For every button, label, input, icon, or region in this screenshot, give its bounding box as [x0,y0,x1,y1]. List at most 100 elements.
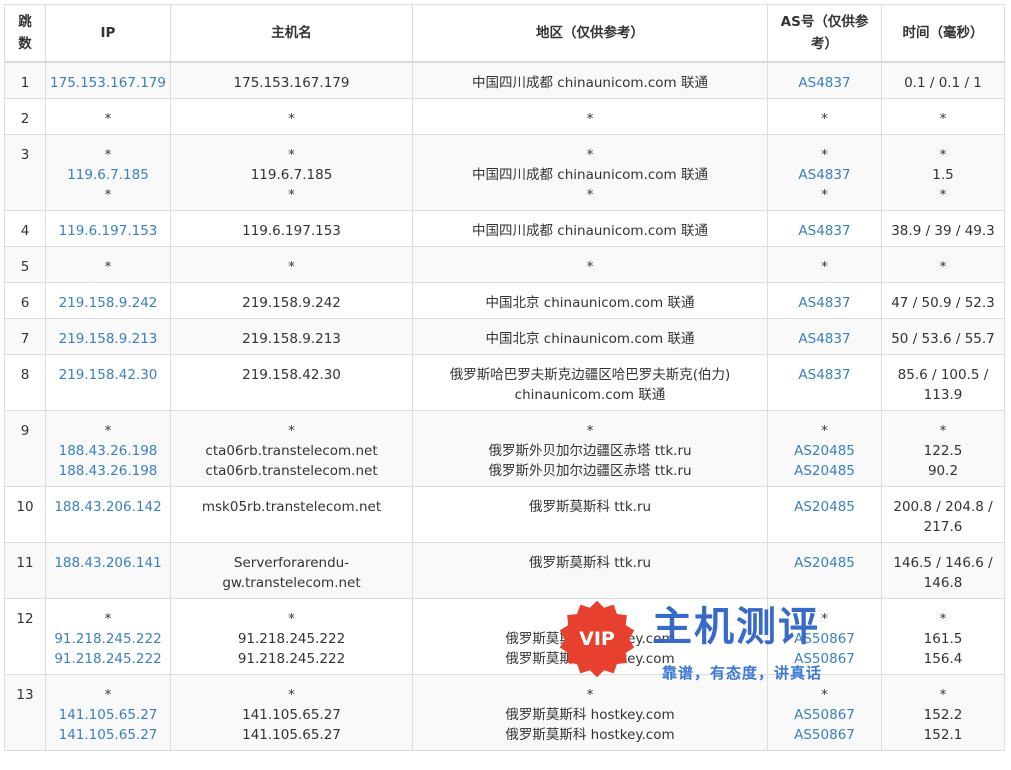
hop-number: 7 [4,317,46,355]
ip-text: * [104,422,112,439]
cell-host: 219.158.9.213 [170,317,413,355]
ip-text: * [104,610,112,627]
cell-host: * 91.218.245.222 91.218.245.222 [170,597,413,675]
region-text: * [586,610,594,627]
cell-time: * [881,97,1005,135]
as-link[interactable]: AS4837 [772,365,877,385]
host-text: Serverforarendu- [233,554,350,571]
as-link[interactable]: AS20485 [772,441,877,461]
time-text: 161.5 [923,630,963,647]
ip-text: * [104,686,112,703]
host-text: * [288,258,295,275]
time-text: * [939,422,947,439]
cell-as: * AS20485 AS20485 [767,409,882,487]
as-link[interactable]: AS50867 [772,705,877,725]
cell-time: 200.8 / 204.8 / 217.6 [881,485,1005,543]
as-link[interactable]: AS4837 [772,165,877,185]
host-text: gw.transtelecom.net [222,574,361,591]
table-row: 13 * 141.105.65.27 141.105.65.27 * 141.105.65… [4,673,1005,751]
cell-region: 俄罗斯莫斯科 ttk.ru [412,485,768,543]
as-link[interactable]: AS50867 [772,725,877,745]
region-text: 俄罗斯外贝加尔边疆区赤塔 ttk.ru [488,442,692,459]
hop-number: 6 [4,281,46,319]
time-text: 146.8 [923,574,963,591]
ip-link[interactable]: 188.43.26.198 [50,441,166,461]
ip-link[interactable]: 141.105.65.27 [50,705,166,725]
as-text: * [821,146,828,163]
as-link[interactable]: AS20485 [772,497,877,517]
time-text: 1.5 [932,166,954,183]
region-text: 俄罗斯哈巴罗夫斯克边疆区哈巴罗夫斯克(伯力) [449,366,731,383]
ip-link[interactable]: 219.158.9.242 [50,293,166,313]
cell-ip: 188.43.206.141 [45,541,171,599]
ip-link[interactable]: 219.158.9.213 [50,329,166,349]
ip-link[interactable]: 219.158.42.30 [50,365,166,385]
region-text: 俄罗斯莫斯科 hostkey.com [505,650,675,667]
time-text: 38.9 / 39 / 49.3 [891,222,995,239]
ip-link[interactable]: 119.6.197.153 [50,221,166,241]
cell-as: AS4837 [767,317,882,355]
region-text: 俄罗斯外贝加尔边疆区赤塔 ttk.ru [488,462,692,479]
time-text: * [939,610,947,627]
as-text: * [821,186,828,203]
cell-time: * 122.5 90.2 [881,409,1005,487]
ip-link[interactable]: 188.43.26.198 [50,461,166,481]
header-time: 时间（毫秒） [881,4,1005,63]
as-link[interactable]: AS4837 [772,329,877,349]
cell-ip: 188.43.206.142 [45,485,171,543]
header-as: AS号（仅供参考） [767,4,882,63]
cell-as: * [767,97,882,135]
ip-link[interactable]: 188.43.206.141 [50,553,166,573]
host-text: 141.105.65.27 [242,706,341,723]
as-link[interactable]: AS4837 [772,221,877,241]
header-hop: 跳数 [4,4,46,63]
cell-host: * 141.105.65.27 141.105.65.27 [170,673,413,751]
host-text: * [288,422,295,439]
as-link[interactable]: AS4837 [772,293,877,313]
as-link[interactable]: AS4837 [772,73,877,93]
host-text: 219.158.42.30 [242,366,341,383]
cell-host: 119.6.197.153 [170,209,413,247]
ip-link[interactable]: 188.43.206.142 [50,497,166,517]
ip-link[interactable]: 91.218.245.222 [50,649,166,669]
table-row: 10 188.43.206.142 msk05rb.transtelecom.net… [4,485,1005,543]
host-text: * [288,110,295,127]
ip-link[interactable]: 119.6.7.185 [50,165,166,185]
host-text: cta06rb.transtelecom.net [205,462,378,479]
host-text: * [288,146,295,163]
cell-region: 中国北京 chinaunicom.com 联通 [412,281,768,319]
ip-link[interactable]: 91.218.245.222 [50,629,166,649]
as-link[interactable]: AS20485 [772,461,877,481]
time-text: * [939,146,947,163]
host-text: 219.158.9.242 [242,294,341,311]
ip-text: * [104,110,112,127]
host-text: 119.6.197.153 [242,222,341,239]
table-row: 6 219.158.9.242 219.158.9.242 中国北京 chinauni… [4,281,1005,319]
cell-host: Serverforarendu-gw.transtelecom.net [170,541,413,599]
time-text: 0.1 / 0.1 / 1 [904,75,982,91]
hop-number: 3 [4,133,46,211]
ip-link[interactable]: 175.153.167.179 [50,73,166,93]
time-text: 200.8 / 204.8 / [893,498,993,515]
cell-as: AS4837 [767,281,882,319]
cell-ip: * 188.43.26.198 188.43.26.198 [45,409,171,487]
host-text: * [288,686,295,703]
time-text: 152.2 [923,706,963,723]
traceroute-table: 跳数 IP 主机名 地区（仅供参考） AS号（仅供参考） 时间（毫秒） 1 175… [4,4,1005,751]
cell-ip: 219.158.42.30 [45,353,171,411]
cell-ip: * 91.218.245.222 91.218.245.222 [45,597,171,675]
cell-as: AS20485 [767,541,882,599]
hop-number: 1 [4,61,46,99]
as-link[interactable]: AS50867 [772,629,877,649]
cell-ip: * 119.6.7.185 * [45,133,171,211]
as-link[interactable]: AS50867 [772,649,877,669]
region-text: 俄罗斯莫斯科 hostkey.com [505,726,675,743]
hop-number: 9 [4,409,46,487]
table-row: 11 188.43.206.141 Serverforarendu-gw.trans… [4,541,1005,599]
region-text: * [586,110,594,127]
ip-link[interactable]: 141.105.65.27 [50,725,166,745]
as-link[interactable]: AS20485 [772,553,877,573]
cell-as: * [767,245,882,283]
host-text: 141.105.65.27 [242,726,341,743]
time-text: 156.4 [923,650,963,667]
